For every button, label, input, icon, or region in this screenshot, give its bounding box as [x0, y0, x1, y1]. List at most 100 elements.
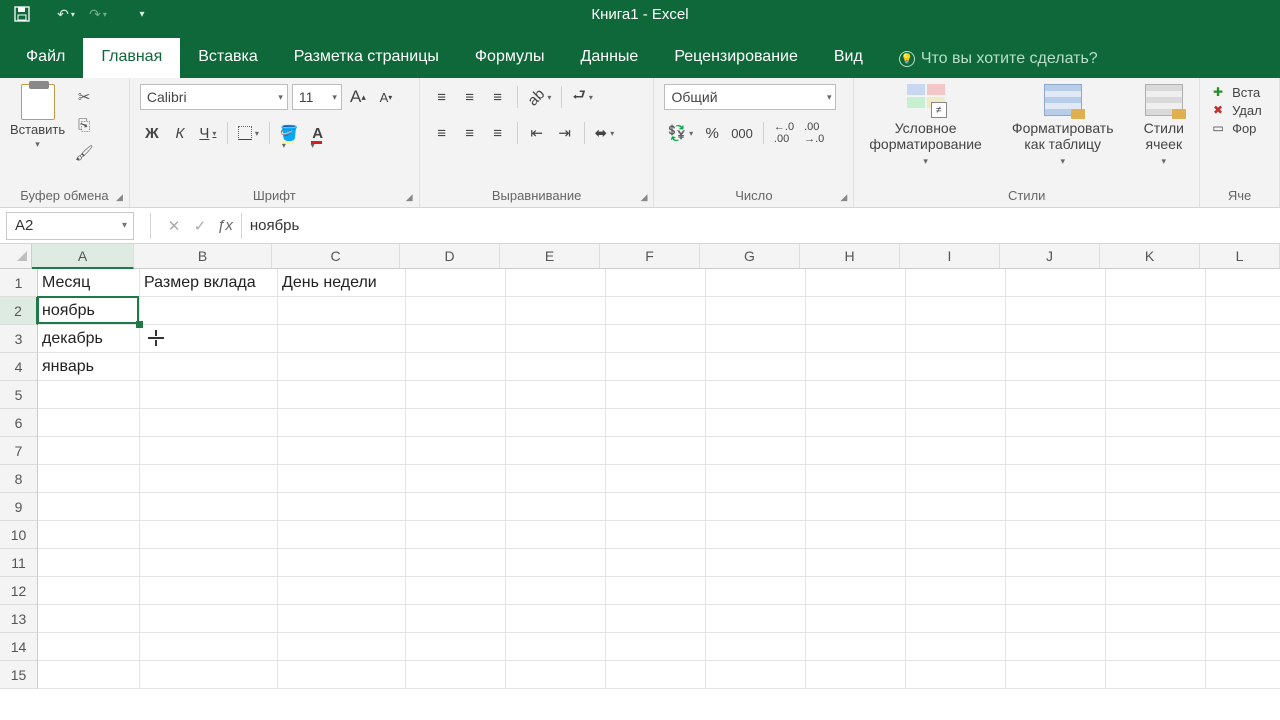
font-color-button[interactable]: A — [306, 120, 330, 146]
row-header-13[interactable]: 13 — [0, 605, 38, 633]
italic-button[interactable]: К — [168, 120, 192, 146]
cell-F11[interactable] — [606, 549, 706, 577]
cell-L14[interactable] — [1206, 633, 1280, 661]
conditional-formatting-button[interactable]: Условное форматирование ▾ — [865, 82, 985, 169]
cell-H15[interactable] — [806, 661, 906, 689]
cell-I14[interactable] — [906, 633, 1006, 661]
cell-B11[interactable] — [140, 549, 278, 577]
cell-D10[interactable] — [406, 521, 506, 549]
cell-L1[interactable] — [1206, 269, 1280, 297]
cell-E10[interactable] — [506, 521, 606, 549]
cell-H9[interactable] — [806, 493, 906, 521]
tab-data[interactable]: Данные — [563, 38, 657, 78]
number-launcher[interactable]: ◢ — [840, 192, 847, 203]
cell-A9[interactable] — [38, 493, 140, 521]
cell-A10[interactable] — [38, 521, 140, 549]
cell-H14[interactable] — [806, 633, 906, 661]
cell-A7[interactable] — [38, 437, 140, 465]
cell-B14[interactable] — [140, 633, 278, 661]
cell-D6[interactable] — [406, 409, 506, 437]
cell-C6[interactable] — [278, 409, 406, 437]
cell-E14[interactable] — [506, 633, 606, 661]
cell-F6[interactable] — [606, 409, 706, 437]
tab-home[interactable]: Главная — [83, 38, 180, 78]
cells-grid[interactable]: МесяцРазмер вкладаДень неделиноябрьдекаб… — [38, 269, 1280, 689]
cell-D1[interactable] — [406, 269, 506, 297]
cell-C2[interactable] — [278, 297, 406, 325]
cell-C8[interactable] — [278, 465, 406, 493]
cell-B2[interactable] — [140, 297, 278, 325]
cell-J9[interactable] — [1006, 493, 1106, 521]
cell-H2[interactable] — [806, 297, 906, 325]
cell-B5[interactable] — [140, 381, 278, 409]
save-button[interactable] — [8, 2, 36, 26]
cell-I9[interactable] — [906, 493, 1006, 521]
alignment-launcher[interactable]: ◢ — [641, 192, 648, 203]
cell-C3[interactable] — [278, 325, 406, 353]
cell-I11[interactable] — [906, 549, 1006, 577]
column-header-I[interactable]: I — [900, 244, 1000, 269]
cell-E4[interactable] — [506, 353, 606, 381]
cell-I7[interactable] — [906, 437, 1006, 465]
cell-F5[interactable] — [606, 381, 706, 409]
cell-J2[interactable] — [1006, 297, 1106, 325]
cell-C4[interactable] — [278, 353, 406, 381]
cell-A11[interactable] — [38, 549, 140, 577]
format-cells-button[interactable]: ▭Фор — [1210, 120, 1262, 136]
cell-J15[interactable] — [1006, 661, 1106, 689]
cell-E2[interactable] — [506, 297, 606, 325]
font-name-combo[interactable]: Calibri▾ — [140, 84, 288, 110]
cell-C12[interactable] — [278, 577, 406, 605]
cell-H10[interactable] — [806, 521, 906, 549]
cell-L2[interactable] — [1206, 297, 1280, 325]
cell-E3[interactable] — [506, 325, 606, 353]
cell-E15[interactable] — [506, 661, 606, 689]
cell-K11[interactable] — [1106, 549, 1206, 577]
cell-G5[interactable] — [706, 381, 806, 409]
cell-C5[interactable] — [278, 381, 406, 409]
cell-F10[interactable] — [606, 521, 706, 549]
cell-E7[interactable] — [506, 437, 606, 465]
align-right-button[interactable]: ≡ — [486, 120, 510, 146]
row-header-4[interactable]: 4 — [0, 353, 38, 381]
indent-decrease-button[interactable]: ⇤ — [525, 120, 549, 146]
column-header-L[interactable]: L — [1200, 244, 1280, 269]
select-all-corner[interactable] — [0, 244, 32, 269]
number-format-combo[interactable]: Общий▾ — [664, 84, 836, 110]
cell-G2[interactable] — [706, 297, 806, 325]
cell-D15[interactable] — [406, 661, 506, 689]
tell-me[interactable]: 💡 Что вы хотите сделать? — [881, 40, 1116, 78]
column-header-F[interactable]: F — [600, 244, 700, 269]
cell-H5[interactable] — [806, 381, 906, 409]
cell-H13[interactable] — [806, 605, 906, 633]
cell-K8[interactable] — [1106, 465, 1206, 493]
cell-F8[interactable] — [606, 465, 706, 493]
cell-G8[interactable] — [706, 465, 806, 493]
align-bottom-button[interactable]: ≡ — [486, 84, 510, 110]
cell-I8[interactable] — [906, 465, 1006, 493]
cell-L13[interactable] — [1206, 605, 1280, 633]
cell-G13[interactable] — [706, 605, 806, 633]
cell-E9[interactable] — [506, 493, 606, 521]
cell-D13[interactable] — [406, 605, 506, 633]
cell-E8[interactable] — [506, 465, 606, 493]
cell-C9[interactable] — [278, 493, 406, 521]
fill-color-button[interactable]: 🪣 — [277, 120, 302, 146]
cell-K7[interactable] — [1106, 437, 1206, 465]
cell-H12[interactable] — [806, 577, 906, 605]
row-header-6[interactable]: 6 — [0, 409, 38, 437]
cell-F2[interactable] — [606, 297, 706, 325]
cell-G12[interactable] — [706, 577, 806, 605]
tab-view[interactable]: Вид — [816, 38, 881, 78]
undo-button[interactable]: ↶▾ — [52, 2, 80, 26]
decrease-decimal-button[interactable]: .00→.0 — [801, 120, 827, 146]
cell-E11[interactable] — [506, 549, 606, 577]
font-size-combo[interactable]: 11▾ — [292, 84, 342, 110]
cell-J1[interactable] — [1006, 269, 1106, 297]
column-header-H[interactable]: H — [800, 244, 900, 269]
cell-D8[interactable] — [406, 465, 506, 493]
cell-B4[interactable] — [140, 353, 278, 381]
cell-G7[interactable] — [706, 437, 806, 465]
cell-A13[interactable] — [38, 605, 140, 633]
cell-K6[interactable] — [1106, 409, 1206, 437]
